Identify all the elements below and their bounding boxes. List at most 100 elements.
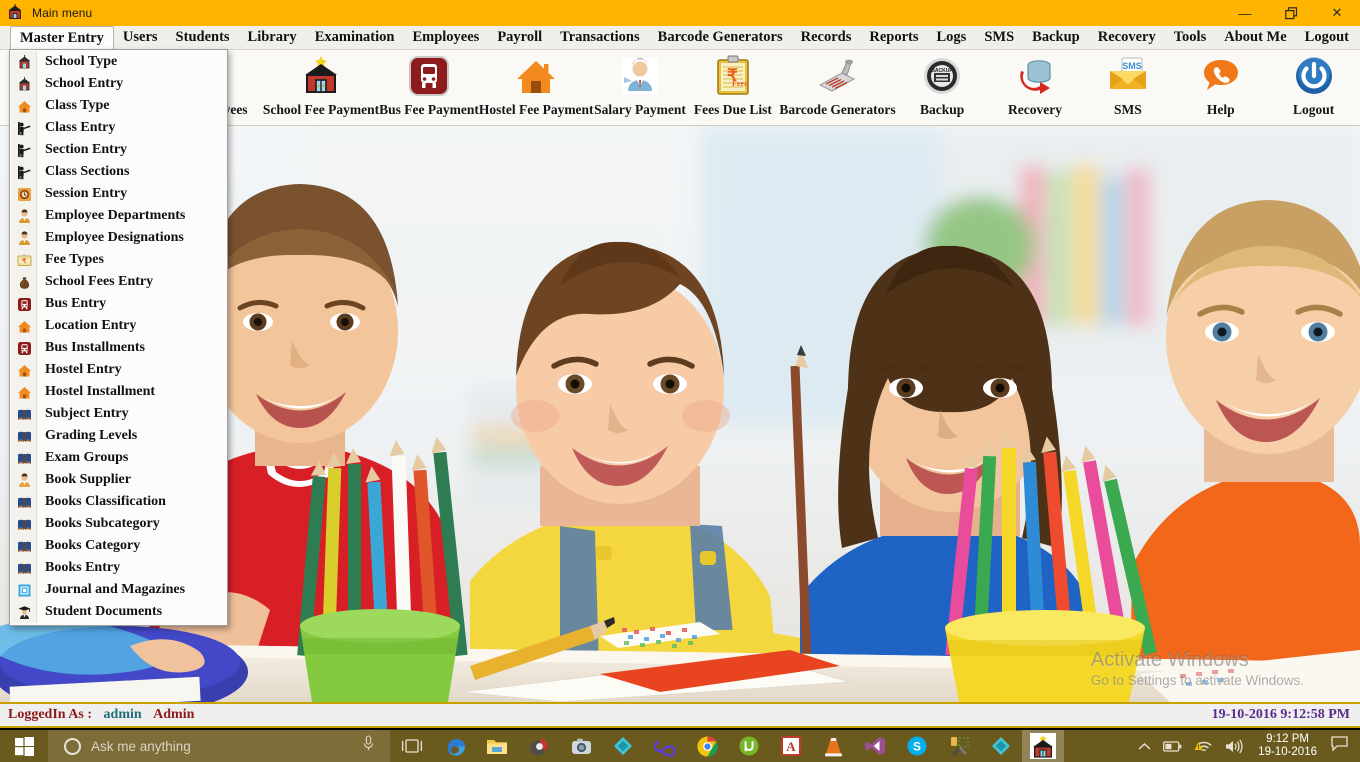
menu-item-users[interactable]: Users [114,26,167,49]
menu-item-reports[interactable]: Reports [860,26,927,49]
menu-item-tools[interactable]: Tools [1165,26,1216,49]
orange-home-icon [13,97,36,115]
menu-item-records[interactable]: Records [792,26,861,49]
dropdown-item-bus-entry[interactable]: Bus Entry [10,293,227,315]
search-input[interactable]: Ask me anything [48,730,390,762]
dropdown-item-section-entry[interactable]: Section Entry [10,139,227,161]
menu-item-students[interactable]: Students [167,26,239,49]
menu-item-backup[interactable]: Backup [1023,26,1089,49]
chevron-up-icon[interactable] [1132,730,1157,762]
restore-button[interactable] [1268,0,1314,26]
menu-item-barcode-generators[interactable]: Barcode Generators [649,26,792,49]
system-tray: ! 9:12 PM 19-10-2016 [1132,730,1360,762]
chrome-icon[interactable] [686,730,728,762]
speaker-icon[interactable] [1219,730,1250,762]
menu-item-payroll[interactable]: Payroll [488,26,551,49]
dropdown-item-label: Journal and Magazines [45,582,186,597]
close-button[interactable]: ✕ [1314,0,1360,26]
dropdown-item-session-entry[interactable]: Session Entry [10,183,227,205]
dropdown-item-label: Location Entry [45,318,137,333]
dropdown-item-journal-and-magazines[interactable]: Journal and Magazines [10,579,227,601]
dropdown-item-school-type[interactable]: School Type [10,51,227,73]
toolbar-button-school-fee-payment[interactable]: School Fee Payment [263,50,379,124]
microphone-icon[interactable] [361,735,376,757]
menu-item-logout[interactable]: Logout [1296,26,1358,49]
photo-app-icon[interactable] [518,730,560,762]
toolbar-label: Salary Payment [594,102,686,117]
vlc-cone-icon[interactable] [812,730,854,762]
dropdown-item-hostel-entry[interactable]: Hostel Entry [10,359,227,381]
teal-diamond-icon[interactable] [980,730,1022,762]
toolbar-button-barcode-generators[interactable]: Barcode Generators [779,50,896,124]
businessman-icon [617,52,663,100]
svg-text:S: S [913,740,921,754]
graduate-icon [13,603,36,621]
camera-app-icon[interactable] [560,730,602,762]
toolbar-button-sms[interactable]: SMS SMS [1081,50,1174,124]
taskbar-clock[interactable]: 9:12 PM 19-10-2016 [1250,733,1325,759]
notification-icon[interactable] [1325,736,1358,756]
menu-item-examination[interactable]: Examination [306,26,404,49]
dropdown-item-book-supplier[interactable]: Book Supplier [10,469,227,491]
menu-item-transactions[interactable]: Transactions [551,26,649,49]
dropdown-item-employee-departments[interactable]: Employee Departments [10,205,227,227]
toolbar-button-backup[interactable]: BACKUP Backup [896,50,989,124]
cortana-circle-icon [64,737,81,755]
dropdown-item-exam-groups[interactable]: Exam Groups [10,447,227,469]
dropdown-item-label: Books Subcategory [45,516,160,531]
dropdown-item-label: Book Supplier [45,472,131,487]
dropdown-item-class-entry[interactable]: Class Entry [10,117,227,139]
book-icon [13,559,36,577]
utorrent-icon[interactable] [728,730,770,762]
toolbar-button-help[interactable]: Help [1174,50,1267,124]
dropdown-item-grading-levels[interactable]: Grading Levels [10,425,227,447]
dropdown-item-school-entry[interactable]: School Entry [10,73,227,95]
battery-icon[interactable] [1157,730,1188,762]
dropdown-item-books-subcategory[interactable]: Books Subcategory [10,513,227,535]
school-management-app-icon[interactable] [1022,730,1064,762]
skype-icon[interactable]: S [896,730,938,762]
dropdown-item-class-type[interactable]: Class Type [10,95,227,117]
toolbar-label: SMS [1113,102,1142,117]
dropdown-item-hostel-installment[interactable]: Hostel Installment [10,381,227,403]
build-tools-icon[interactable] [938,730,980,762]
edge-icon[interactable] [434,730,476,762]
acrobat-icon[interactable]: A [770,730,812,762]
toolbar-button-logout[interactable]: Logout [1267,50,1360,124]
menu-item-library[interactable]: Library [239,26,306,49]
menu-item-about-me[interactable]: About Me [1215,26,1295,49]
dropdown-item-school-fees-entry[interactable]: School Fees Entry [10,271,227,293]
menu-item-logs[interactable]: Logs [928,26,976,49]
dropdown-item-bus-installments[interactable]: Bus Installments [10,337,227,359]
wifi-warning-icon[interactable]: ! [1188,730,1219,762]
toolbar-button-recovery[interactable]: Recovery [989,50,1082,124]
help-phone-icon [1198,52,1244,100]
dropdown-item-books-entry[interactable]: Books Entry [10,557,227,579]
menu-item-master-entry[interactable]: Master Entry [10,26,114,50]
dropdown-item-employee-designations[interactable]: Employee Designations [10,227,227,249]
toolbar-button-fees-due-list[interactable]: ₹ Fees Fees Due List [686,50,779,124]
dropdown-item-fee-types[interactable]: ₹ Fee Types [10,249,227,271]
menu-item-employees[interactable]: Employees [403,26,488,49]
menu-item-sms[interactable]: SMS [975,26,1023,49]
toolbar-button-hostel-fee-payment[interactable]: Hostel Fee Payment [479,50,594,124]
dropdown-item-books-classification[interactable]: Books Classification [10,491,227,513]
dropdown-item-class-sections[interactable]: Class Sections [10,161,227,183]
hostel-home-icon [513,52,559,100]
dropdown-item-student-documents[interactable]: Student Documents [10,601,227,623]
dropdown-item-location-entry[interactable]: Location Entry [10,315,227,337]
windows-start-icon[interactable] [0,730,48,762]
toolbar-button-salary-payment[interactable]: Salary Payment [594,50,687,124]
dropdown-item-subject-entry[interactable]: Subject Entry [10,403,227,425]
teal-diamond-icon[interactable] [602,730,644,762]
toolbar-button-bus-fee-payment[interactable]: Bus Fee Payment [379,50,479,124]
infinity-icon[interactable] [644,730,686,762]
dropdown-item-label: Grading Levels [45,428,138,443]
dropdown-item-books-category[interactable]: Books Category [10,535,227,557]
visual-studio-icon[interactable] [854,730,896,762]
dropdown-item-label: Fee Types [45,252,104,267]
task-view-icon[interactable] [390,730,434,762]
menu-item-recovery[interactable]: Recovery [1089,26,1165,49]
minimize-button[interactable]: — [1222,0,1268,26]
file-explorer-icon[interactable] [476,730,518,762]
